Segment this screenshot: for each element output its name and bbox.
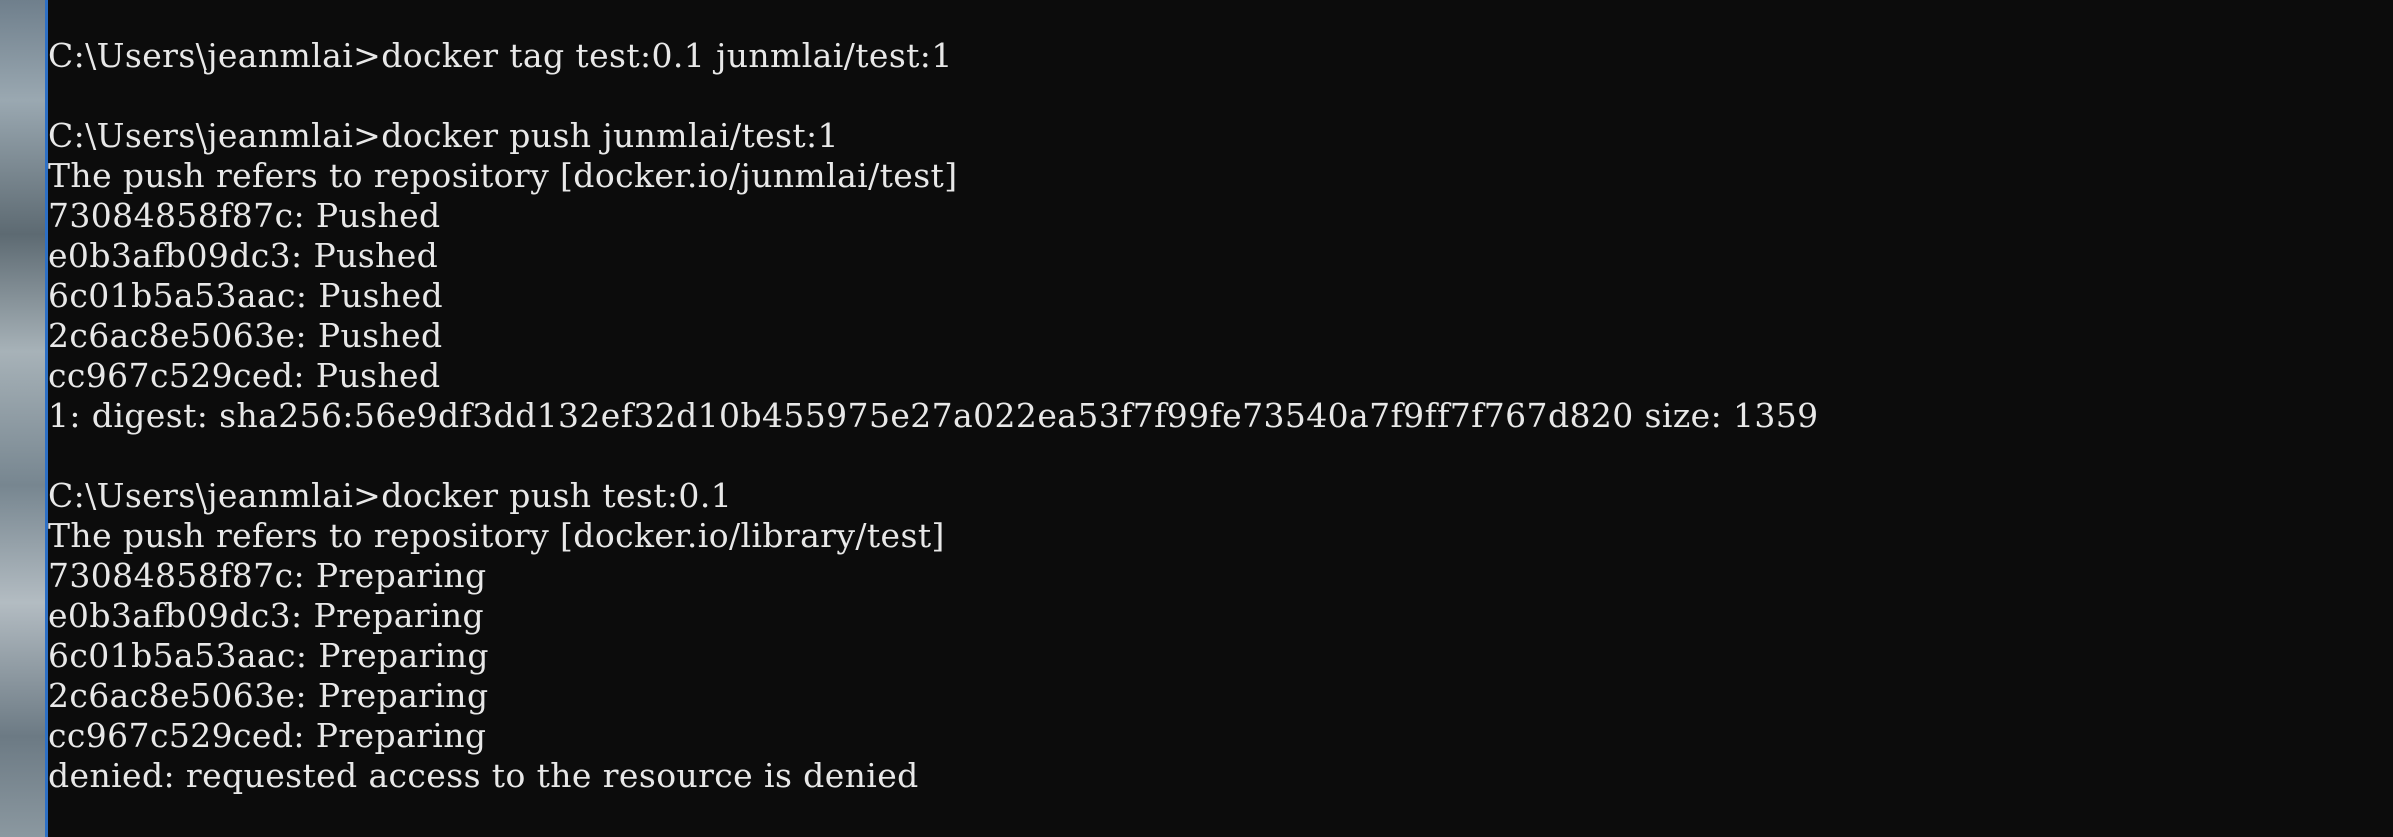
console-line-blank: [48, 436, 1819, 476]
console-line-error: denied: requested access to the resource…: [48, 756, 919, 795]
console-line-digest: 1: digest: sha256:56e9df3dd132ef32d10b45…: [48, 396, 1819, 435]
console-line-layer-status: 6c01b5a53aac: Pushed: [48, 276, 443, 315]
console-line-layer-status: 2c6ac8e5063e: Pushed: [48, 316, 443, 355]
console-line-layer-status: e0b3afb09dc3: Pushed: [48, 236, 439, 275]
console-line-layer-status: cc967c529ced: Pushed: [48, 356, 441, 395]
console-output[interactable]: C:\Users\jeanmlai>docker tag test:0.1 ju…: [48, 36, 1819, 796]
console-line-layer-status: e0b3afb09dc3: Preparing: [48, 596, 485, 635]
console-line-output: The push refers to repository [docker.io…: [48, 516, 945, 555]
console-line-layer-status: cc967c529ced: Preparing: [48, 716, 487, 755]
console-line-layer-status: 2c6ac8e5063e: Preparing: [48, 676, 489, 715]
console-line-command: C:\Users\jeanmlai>docker push junmlai/te…: [48, 116, 839, 155]
console-line-output: The push refers to repository [docker.io…: [48, 156, 958, 195]
screen: C:\Users\jeanmlai>docker tag test:0.1 ju…: [0, 0, 2393, 837]
desktop-wallpaper-strip: [0, 0, 48, 837]
console-line-layer-status: 73084858f87c: Preparing: [48, 556, 487, 595]
console-line-layer-status: 6c01b5a53aac: Preparing: [48, 636, 489, 675]
console-line-blank: [48, 76, 1819, 116]
command-prompt-window[interactable]: C:\Users\jeanmlai>docker tag test:0.1 ju…: [48, 0, 2393, 837]
console-line-command: C:\Users\jeanmlai>docker push test:0.1: [48, 476, 733, 515]
console-line-layer-status: 73084858f87c: Pushed: [48, 196, 441, 235]
console-line-command: C:\Users\jeanmlai>docker tag test:0.1 ju…: [48, 36, 953, 75]
